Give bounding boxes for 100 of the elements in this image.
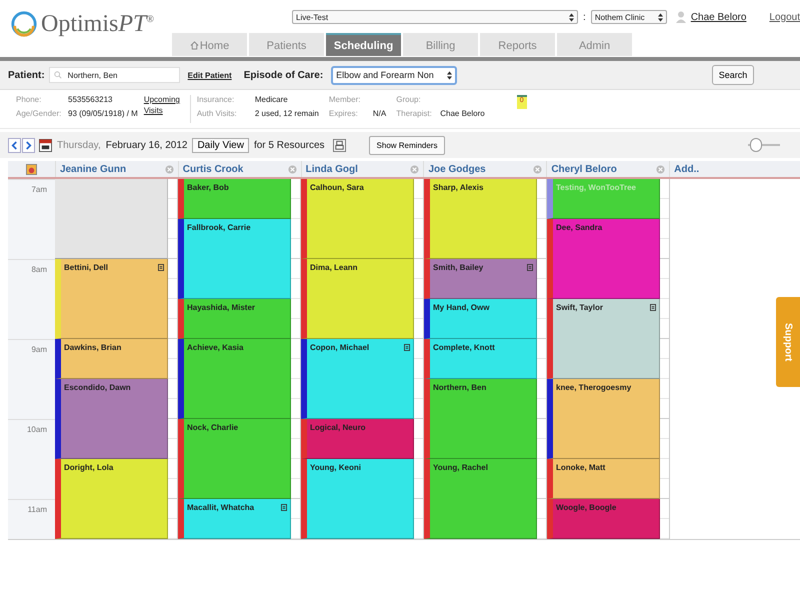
upcoming-link[interactable]: Upcoming — [144, 95, 180, 104]
patient-name: Dee, Sandra — [556, 223, 602, 232]
note-icon[interactable] — [650, 304, 656, 311]
appointment[interactable]: Calhoun, Sara — [301, 179, 414, 259]
appointment[interactable]: Young, Rachel — [424, 459, 537, 539]
info-label: Age/Gender: — [16, 109, 62, 119]
logo: OptimisPT$^{®}$ — [41, 10, 154, 38]
note-icon[interactable] — [527, 264, 533, 271]
appointment[interactable]: Fallbrook, Carrie — [178, 219, 291, 299]
printer-icon[interactable] — [332, 138, 346, 152]
resource-name[interactable]: Curtis Crook — [182, 164, 244, 174]
appointment[interactable]: Bettini, Dell — [55, 259, 168, 339]
appointment[interactable]: Dee, Sandra — [547, 219, 660, 299]
appointment[interactable]: Doright, Lola — [55, 459, 168, 539]
note-icon[interactable] — [158, 264, 164, 271]
patient-name: Baker, Bob — [187, 183, 229, 192]
date-text: February 16, 2012 — [106, 140, 188, 150]
next-day-button[interactable] — [22, 138, 35, 152]
patient-name: Woogle, Boogle — [556, 503, 616, 512]
info-value: N/A — [372, 109, 386, 119]
edit-patient-link[interactable]: Edit Patient — [188, 70, 232, 80]
time-label: 10am — [26, 425, 47, 434]
info-label: Phone: — [16, 95, 42, 105]
patient-label: Patient: — [8, 70, 45, 80]
appointment[interactable]: Hayashida, Mister — [178, 299, 291, 339]
patient-name: Calhoun, Sara — [310, 183, 364, 192]
appointment[interactable]: Northern, Ben — [424, 379, 537, 459]
episode-select[interactable]: Elbow and Forearm Non — [331, 66, 458, 84]
zoom-slider[interactable] — [748, 138, 780, 152]
user-link[interactable]: Chae Beloro — [690, 12, 746, 22]
view-button[interactable]: Daily View — [192, 138, 249, 152]
patient-name: Bettini, Dell — [64, 263, 108, 272]
appointment[interactable]: Lonoke, Matt — [547, 459, 660, 499]
appointment[interactable]: Dawkins, Brian — [55, 339, 168, 379]
appointment[interactable]: Macallit, Whatcha — [178, 499, 291, 539]
patient-name: Hayashida, Mister — [187, 303, 256, 312]
weekday-text: Thursday, — [57, 140, 101, 150]
appointment[interactable]: Escondido, Dawn — [55, 379, 168, 459]
appointment[interactable]: knee, Therogoesmy — [547, 379, 660, 459]
calendar-icon[interactable] — [39, 138, 52, 152]
patient-search-field[interactable]: Northern, Ben — [48, 67, 180, 83]
patient-name: Copon, Michael — [310, 343, 370, 352]
patient-name: Achieve, Kasia — [187, 343, 244, 352]
info-label: Auth Visits: — [196, 109, 238, 119]
logo-icon — [10, 10, 38, 38]
logout-link[interactable]: Logout — [769, 12, 800, 22]
search-button[interactable]: Search — [712, 65, 754, 85]
patient-name: Macallit, Whatcha — [187, 503, 254, 512]
info-label: Group: — [396, 95, 421, 105]
appointment[interactable]: Baker, Bob — [178, 179, 291, 219]
patient-name: Fallbrook, Carrie — [187, 223, 251, 232]
resource-name[interactable]: Jeanine Gunn — [60, 164, 126, 174]
patient-name: Swift, Taylor — [556, 303, 603, 312]
appointment[interactable]: Smith, Bailey — [424, 259, 537, 299]
info-label: Member: — [328, 95, 362, 105]
user-icon — [676, 11, 686, 23]
search-icon — [54, 71, 62, 79]
separator: : — [583, 12, 586, 22]
appointment[interactable]: Copon, Michael — [301, 339, 414, 419]
visits-link[interactable]: Visits — [144, 106, 163, 115]
patient-name: Young, Rachel — [433, 463, 488, 472]
patient-name: Dima, Leann — [310, 263, 358, 272]
appointment[interactable]: Dima, Leann — [301, 259, 414, 339]
appointment[interactable]: Swift, Taylor — [547, 299, 660, 379]
add-resource-link[interactable]: Add.. — [674, 164, 700, 174]
patient-name: Logical, Neuro — [310, 423, 366, 432]
info-label: Insurance: — [196, 95, 236, 105]
updown-icon — [447, 70, 452, 80]
time-label: 8am — [31, 265, 47, 274]
previous-day-button[interactable] — [8, 138, 21, 152]
patient-name: knee, Therogoesmy — [556, 383, 632, 392]
updown-icon — [569, 12, 574, 22]
appointment[interactable]: Sharp, Alexis — [424, 179, 537, 259]
time-label: 7am — [31, 185, 47, 194]
patient-name: Young, Keoni — [310, 463, 361, 472]
appointment[interactable]: Nock, Charlie — [178, 419, 291, 499]
time-label: 9am — [31, 345, 47, 354]
resource-name[interactable]: Joe Godges — [428, 164, 486, 174]
appointment[interactable]: Young, Keoni — [301, 459, 414, 539]
patient-name: Complete, Knott — [433, 343, 495, 352]
patient-name: Sharp, Alexis — [433, 183, 484, 192]
info-value: 5535563213 — [68, 95, 112, 105]
appointment[interactable]: Complete, Knott — [424, 339, 537, 379]
resource-name[interactable]: Cheryl Beloro — [551, 164, 617, 174]
note-icon[interactable] — [281, 504, 287, 511]
show-reminders-button[interactable]: Show Reminders — [368, 136, 446, 154]
appointment[interactable]: My Hand, Oww — [424, 299, 537, 339]
resource-name[interactable]: Linda Gogl — [306, 164, 358, 174]
nav-tab[interactable]: Scheduling — [326, 33, 402, 56]
note-icon[interactable] — [404, 344, 410, 351]
resources-text: for 5 Resources — [254, 140, 325, 150]
info-value: 93 (09/05/1918) / M — [68, 109, 138, 119]
patient-name: Escondido, Dawn — [64, 383, 131, 392]
clinic-select[interactable]: Nothem Clinic — [590, 10, 667, 24]
patient-name: Testing, WonTooTree — [556, 183, 636, 192]
time-label: 11am — [28, 505, 47, 514]
environment-select[interactable]: Live-Test — [292, 10, 578, 24]
info-label: Therapist: — [396, 109, 433, 119]
patient-name: Northern, Ben — [433, 383, 486, 392]
appointment[interactable]: Achieve, Kasia — [178, 339, 291, 419]
